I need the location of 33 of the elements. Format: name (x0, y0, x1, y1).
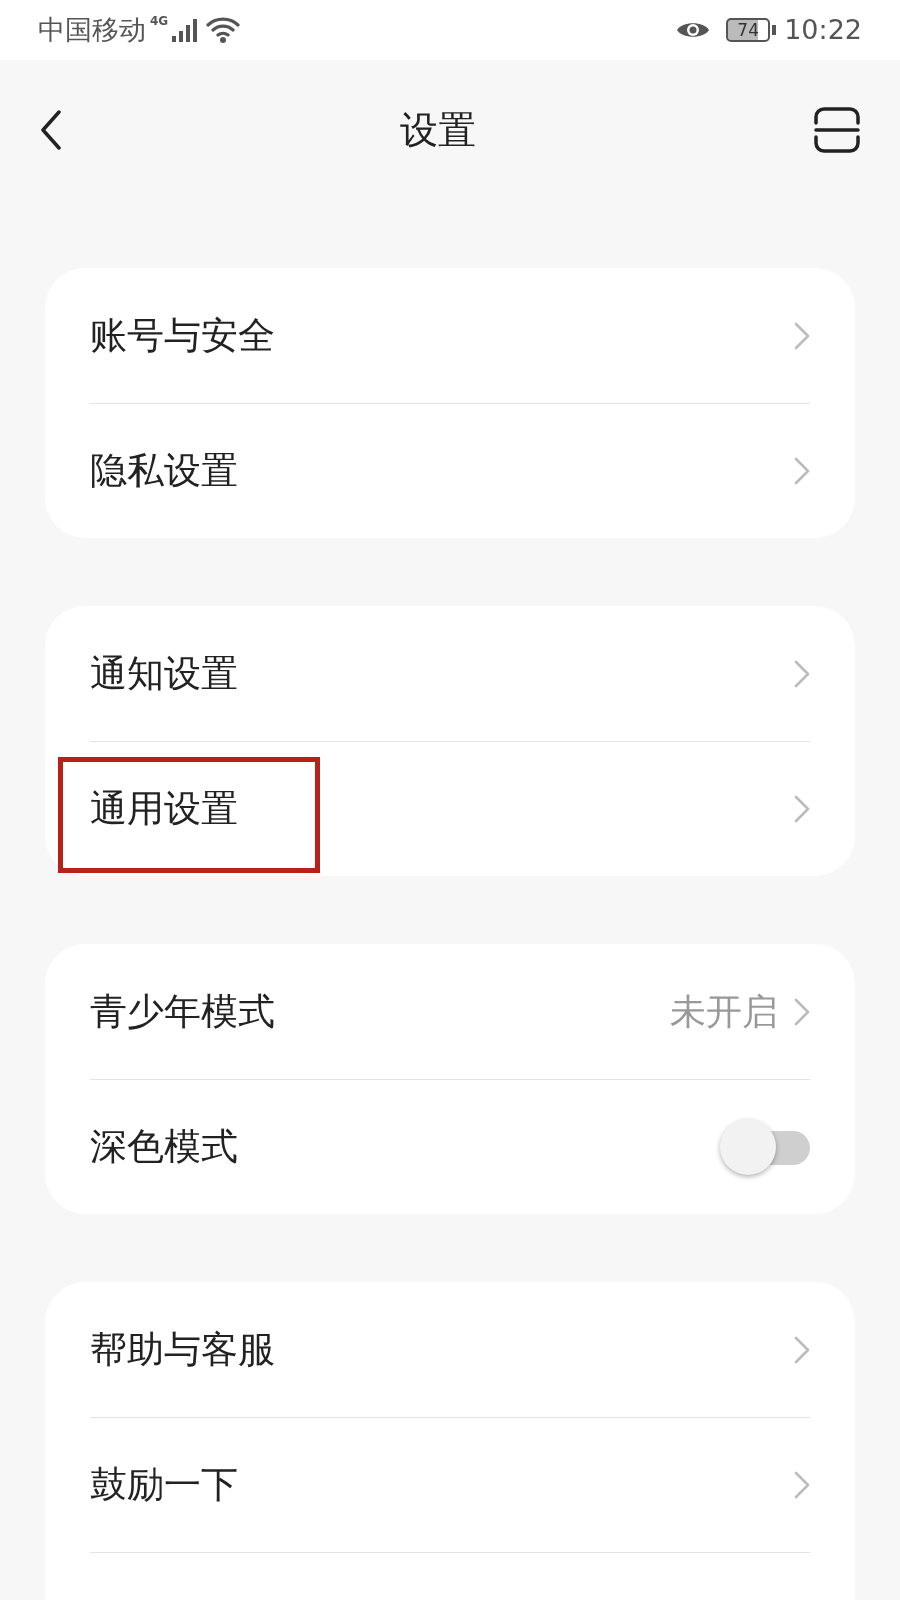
chevron-icon (794, 795, 810, 823)
page-title: 设置 (400, 106, 476, 154)
row-label: 通知设置 (90, 650, 238, 697)
row-label: 深色模式 (90, 1124, 238, 1171)
carrier-name: 中国移动 (38, 12, 146, 47)
row-label: 隐私设置 (90, 448, 238, 495)
back-icon[interactable] (40, 110, 62, 150)
network-label: 4G (150, 13, 169, 30)
signal-icon (172, 18, 199, 42)
scan-icon[interactable] (814, 107, 860, 153)
settings-row[interactable]: 通知设置 (90, 606, 810, 741)
chevron-icon (794, 997, 810, 1026)
chevron-icon (794, 321, 810, 350)
row-label: 账号与安全 (90, 312, 275, 359)
row-label: 鼓励一下 (90, 1462, 238, 1509)
settings-row[interactable]: 帮助与客服 (90, 1282, 810, 1417)
row-label: 帮助与客服 (90, 1326, 275, 1373)
row-label: 通用设置 (90, 786, 238, 833)
wifi-icon (206, 16, 241, 44)
chevron-icon (794, 659, 810, 688)
row-value: 未开启 (670, 989, 778, 1034)
toggle-switch[interactable] (720, 1119, 810, 1175)
battery-icon: 74 (726, 18, 771, 42)
chevron-icon (794, 1335, 810, 1364)
settings-row[interactable]: 通用设置 (90, 741, 810, 876)
chevron-icon (794, 1471, 810, 1499)
settings-row[interactable]: 青少年模式 未开启 (90, 944, 810, 1079)
clock-time: 10:22 (784, 12, 862, 47)
row-label: 青少年模式 (90, 988, 275, 1035)
settings-row[interactable]: 账号与安全 (90, 268, 810, 403)
settings-row[interactable]: 鼓励一下 (90, 1417, 810, 1552)
settings-row[interactable]: 隐私设置 (90, 403, 810, 538)
chevron-icon (794, 457, 810, 485)
